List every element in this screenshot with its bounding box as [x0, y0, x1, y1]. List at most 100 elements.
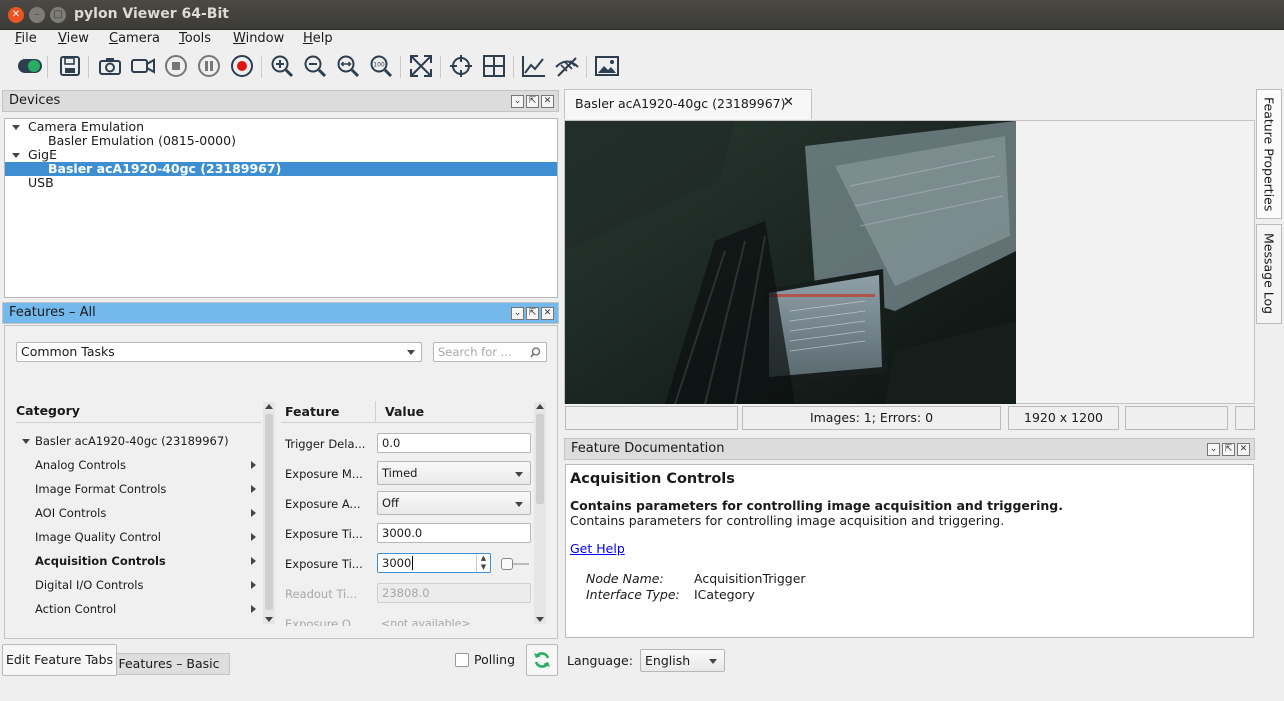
- menu-file[interactable]: File: [15, 30, 37, 50]
- side-tab-message-log[interactable]: Message Log: [1256, 224, 1282, 324]
- expand-arrow-icon[interactable]: [22, 439, 30, 444]
- histogram-icon[interactable]: [520, 52, 548, 80]
- status-images: Images: 1; Errors: 0: [742, 406, 1001, 430]
- get-help-link[interactable]: Get Help: [570, 541, 625, 556]
- single-shot-icon[interactable]: [96, 52, 124, 80]
- panel-collapse-icon[interactable]: ⌄: [511, 307, 524, 320]
- close-window-button[interactable]: ✕: [8, 7, 24, 23]
- feature-search-input[interactable]: Search for ...: [433, 342, 547, 362]
- stop-icon[interactable]: [162, 52, 190, 80]
- scroll-thumb[interactable]: [265, 414, 273, 610]
- record-icon[interactable]: [228, 52, 256, 80]
- doc-heading: Acquisition Controls: [570, 471, 735, 487]
- category-acquisition-controls[interactable]: Acquisition Controls: [16, 549, 261, 573]
- camera-image: [565, 121, 1016, 404]
- panel-float-icon[interactable]: ⇱: [1222, 443, 1235, 456]
- panel-collapse-icon[interactable]: ⌄: [511, 95, 524, 108]
- toolbar-separator: [400, 56, 401, 78]
- panel-close-icon[interactable]: ✕: [1237, 443, 1250, 456]
- menu-help[interactable]: Help: [303, 30, 333, 50]
- scroll-up-icon[interactable]: [265, 404, 273, 409]
- maximize-window-button[interactable]: □: [50, 7, 66, 23]
- category-root[interactable]: Basler acA1920-40gc (23189967): [16, 429, 261, 453]
- zoom-in-icon[interactable]: [268, 52, 296, 80]
- category-scrollbar[interactable]: [263, 402, 275, 624]
- scroll-down-icon[interactable]: [265, 617, 273, 622]
- side-tab-feature-properties[interactable]: Feature Properties: [1256, 89, 1282, 219]
- spin-arrows-icon[interactable]: ▲ ▼: [476, 554, 490, 572]
- refresh-button[interactable]: [526, 644, 558, 676]
- exposure-time-abs-input[interactable]: 3000.0: [377, 523, 531, 543]
- panel-close-icon[interactable]: ✕: [541, 307, 554, 320]
- menu-tools[interactable]: Tools: [179, 30, 211, 50]
- menu-camera[interactable]: Camera: [109, 30, 160, 50]
- tab-features-basic[interactable]: Features – Basic: [108, 653, 230, 675]
- feature-row-exposure-time-raw[interactable]: Exposure Ti... 3000 ▲ ▼: [281, 549, 534, 579]
- crosshair-icon[interactable]: [447, 52, 475, 80]
- menu-window[interactable]: Window: [233, 30, 284, 50]
- edit-feature-tabs-button[interactable]: Edit Feature Tabs: [2, 644, 117, 676]
- trigger-delay-input[interactable]: 0.0: [377, 433, 531, 453]
- tree-item-camera-emulation[interactable]: Camera Emulation: [5, 120, 557, 134]
- exposure-mode-select[interactable]: Timed: [377, 461, 531, 485]
- category-aoi-controls[interactable]: AOI Controls: [16, 501, 261, 525]
- feature-row-trigger-delay[interactable]: Trigger Dela... 0.0: [281, 429, 534, 459]
- zoom-100-label: 100: [373, 62, 385, 69]
- tree-item-basler-aca1920[interactable]: Basler acA1920-40gc (23189967): [5, 162, 557, 176]
- tree-item-basler-emulation[interactable]: Basler Emulation (0815-0000): [5, 134, 557, 148]
- category-digital-io-controls[interactable]: Digital I/O Controls: [16, 573, 261, 597]
- toolbar-separator: [513, 56, 514, 78]
- menu-view[interactable]: View: [58, 30, 89, 50]
- toggle-icon[interactable]: [16, 52, 44, 80]
- devices-tree: Camera Emulation Basler Emulation (0815-…: [4, 118, 558, 298]
- expand-arrow-icon[interactable]: [12, 153, 20, 158]
- image-icon[interactable]: [593, 52, 621, 80]
- zoom-100-icon[interactable]: 100: [367, 52, 395, 80]
- fit-window-icon[interactable]: [407, 52, 435, 80]
- feature-row-exposure-mode[interactable]: Exposure M... Timed: [281, 459, 534, 489]
- chevron-right-icon: [251, 509, 256, 517]
- close-tab-icon[interactable]: ✕: [783, 95, 794, 110]
- exposure-auto-select[interactable]: Off: [377, 491, 531, 515]
- panel-close-icon[interactable]: ✕: [541, 95, 554, 108]
- expand-arrow-icon[interactable]: [12, 125, 20, 130]
- window-title: pylon Viewer 64-Bit: [74, 6, 229, 22]
- hide-overlay-icon[interactable]: [553, 52, 581, 80]
- category-header: Category: [16, 401, 261, 423]
- exposure-time-raw-spinbox[interactable]: 3000 ▲ ▼: [377, 553, 491, 573]
- category-image-format-controls[interactable]: Image Format Controls: [16, 477, 261, 501]
- continuous-shot-icon[interactable]: [129, 52, 157, 80]
- scroll-up-icon[interactable]: [536, 404, 544, 409]
- scroll-down-icon[interactable]: [536, 617, 544, 622]
- category-list: Category Basler acA1920-40gc (23189967) …: [16, 401, 261, 626]
- feature-scrollbar[interactable]: [534, 402, 546, 624]
- fit-width-icon[interactable]: [334, 52, 362, 80]
- value-column-header: Value: [385, 404, 425, 419]
- feature-row-exposure-auto[interactable]: Exposure A... Off: [281, 489, 534, 519]
- tree-item-gige[interactable]: GigE: [5, 148, 557, 162]
- polling-checkbox[interactable]: [455, 653, 469, 667]
- interface-type-label: Interface Type:: [586, 587, 680, 602]
- image-window-tab[interactable]: Basler acA1920-40gc (23189967) ✕: [564, 89, 812, 119]
- task-combo[interactable]: Common Tasks: [16, 342, 422, 362]
- scroll-thumb[interactable]: [536, 414, 544, 504]
- feature-row-exposure-overlap: Exposure O... <not available>: [281, 609, 534, 626]
- category-action-control[interactable]: Action Control: [16, 597, 261, 621]
- tree-item-usb[interactable]: USB: [5, 176, 557, 190]
- panel-float-icon[interactable]: ⇱: [526, 95, 539, 108]
- toolbar-separator: [88, 56, 89, 78]
- save-features-icon[interactable]: [56, 52, 84, 80]
- panel-collapse-icon[interactable]: ⌄: [1207, 443, 1220, 456]
- feature-row-exposure-time-abs[interactable]: Exposure Ti... 3000.0: [281, 519, 534, 549]
- category-image-quality-control[interactable]: Image Quality Control: [16, 525, 261, 549]
- exposure-slider[interactable]: [501, 558, 531, 570]
- pause-icon[interactable]: [195, 52, 223, 80]
- zoom-out-icon[interactable]: [301, 52, 329, 80]
- language-select[interactable]: English: [640, 649, 725, 672]
- slider-handle[interactable]: [501, 558, 513, 570]
- minimize-window-button[interactable]: –: [29, 7, 45, 23]
- image-view[interactable]: [564, 120, 1255, 404]
- category-analog-controls[interactable]: Analog Controls: [16, 453, 261, 477]
- panel-float-icon[interactable]: ⇱: [526, 307, 539, 320]
- grid-icon[interactable]: [480, 52, 508, 80]
